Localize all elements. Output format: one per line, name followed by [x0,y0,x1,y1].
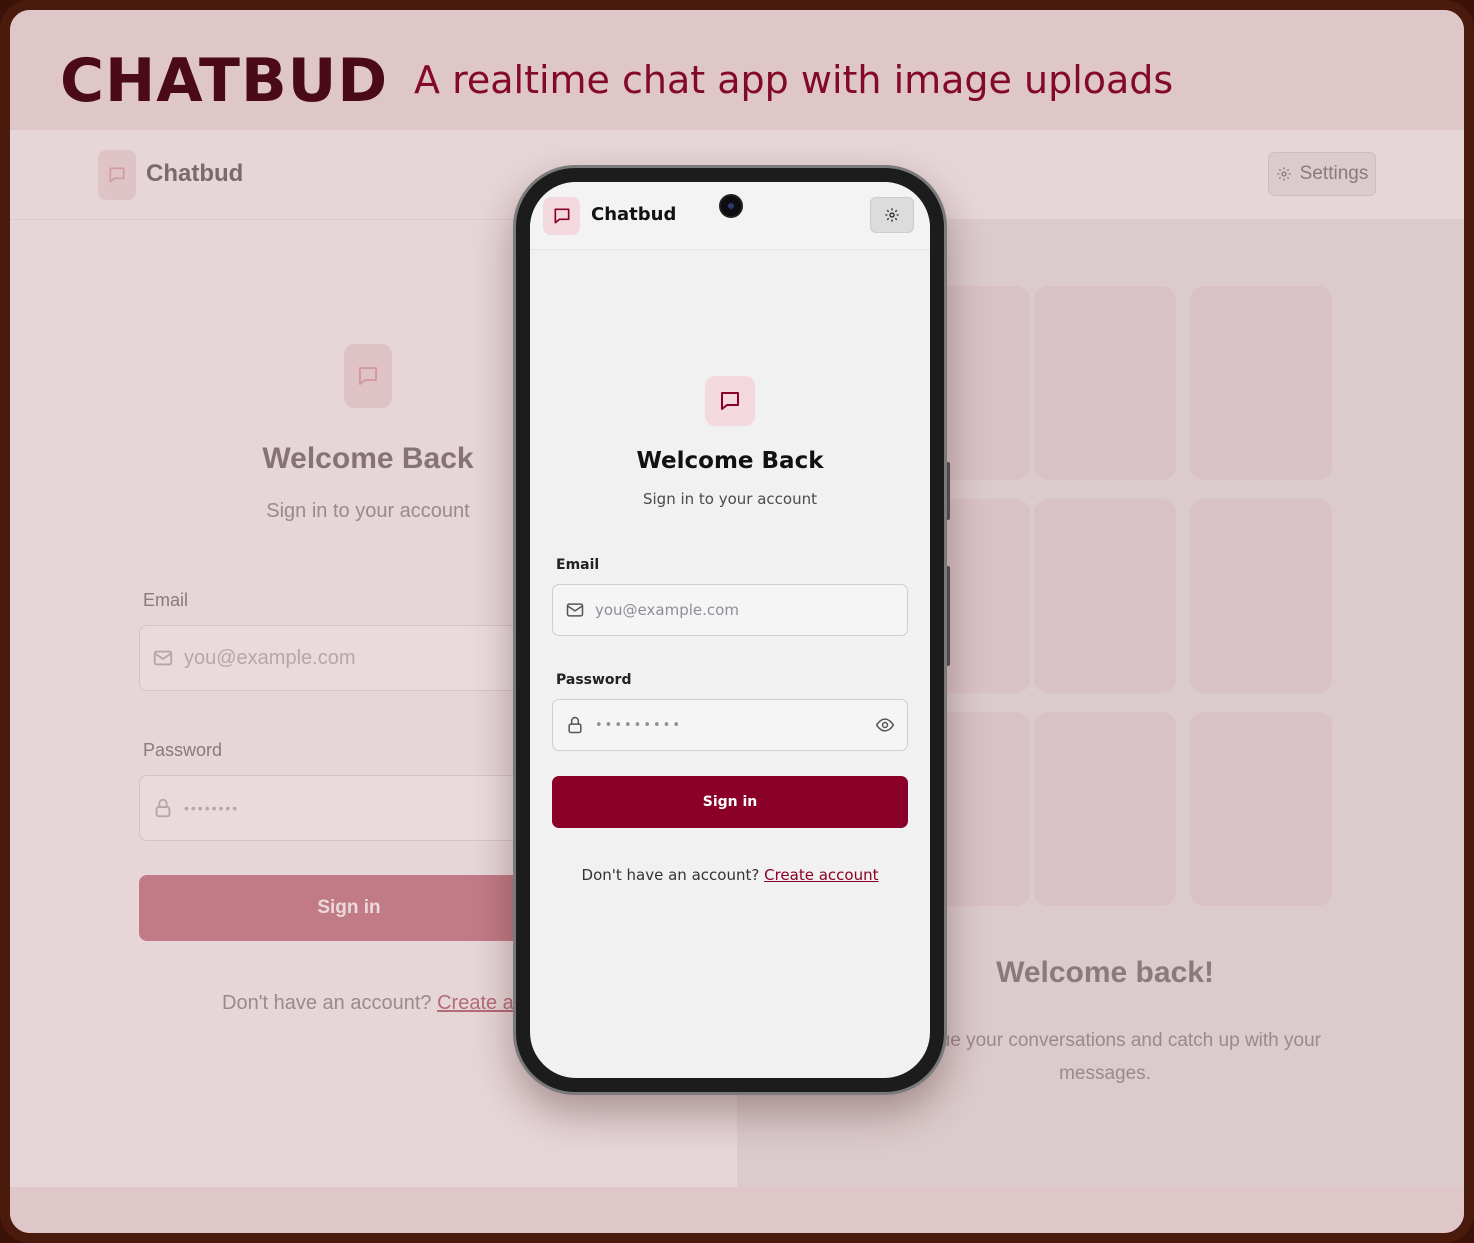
desktop-signin-button[interactable]: Sign in [139,875,559,941]
brand-tagline: A realtime chat app with image uploads [414,58,1174,102]
gear-icon [885,208,899,222]
desktop-title: Welcome Back [262,442,474,475]
lock-icon [155,798,171,818]
mail-icon [566,603,584,617]
image-tile [1190,286,1332,480]
message-square-icon [344,344,392,408]
message-square-icon [705,376,755,426]
email-field [552,584,908,636]
signin-button[interactable]: Sign in [552,776,908,828]
email-label: Email [556,557,600,573]
gear-icon [1277,167,1291,181]
email-input[interactable] [595,601,907,619]
desktop-settings-button[interactable]: Settings [1268,152,1376,196]
image-tile [1190,499,1332,693]
desktop-password-input[interactable]: •••••••• [139,775,559,841]
phone-mockup: Chatbud Welcome Back Sign in to your acc… [513,165,947,1095]
phone-screen: Chatbud Welcome Back Sign in to your acc… [530,182,930,1078]
desktop-settings-label: Settings [1299,163,1369,184]
desktop-email-label: Email [143,590,189,610]
app-name: Chatbud [591,204,677,225]
image-tile [1190,712,1332,906]
signup-prompt: Don't have an account? Create account [530,866,930,884]
front-camera [719,194,743,218]
page-subtitle: Sign in to your account [642,490,817,508]
image-tile [1034,499,1176,693]
page-title: Welcome Back [636,448,824,474]
lock-icon [568,716,582,734]
desktop-email-placeholder: you@example.com [184,646,356,669]
desktop-email-input[interactable]: you@example.com [139,625,559,691]
desktop-password-label: Password [143,740,223,760]
brand-title: CHATBUD [60,46,389,116]
promo-banner: CHATBUD A realtime chat app with image u… [10,10,1464,130]
image-tile [1034,286,1176,480]
desktop-password-mask: •••••••• [184,800,240,816]
desktop-app-name: Chatbud [146,160,244,187]
settings-button[interactable] [870,197,914,233]
desktop-subtitle: Sign in to your account [266,500,470,522]
desktop-footer-text: Don't have an account? [222,992,432,1014]
mail-icon [153,650,173,666]
signup-prompt-text: Don't have an account? [581,866,760,884]
eye-icon[interactable] [875,715,895,735]
create-account-link[interactable]: Create account [764,866,878,884]
image-tile [1034,712,1176,906]
message-square-icon [543,197,580,235]
password-label: Password [556,672,632,688]
password-input[interactable]: ••••••••• [595,718,907,733]
bottom-strip [10,1187,1464,1233]
password-field[interactable]: ••••••••• [552,699,908,751]
message-square-icon [98,150,136,200]
